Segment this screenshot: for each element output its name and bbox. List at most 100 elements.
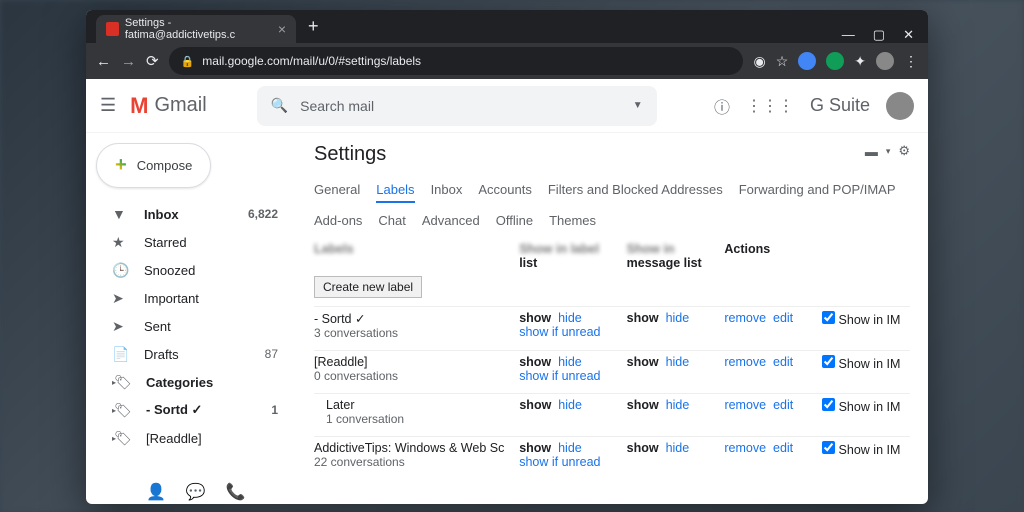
show-if-unread-link[interactable]: show if unread — [519, 369, 600, 383]
show-in-im-checkbox[interactable] — [822, 398, 835, 411]
maximize-icon[interactable]: ▢ — [873, 27, 885, 43]
show-msg-link[interactable]: show — [627, 311, 659, 325]
hide-link[interactable]: hide — [558, 311, 582, 325]
col-actions: Actions — [724, 242, 822, 270]
remove-link[interactable]: remove — [724, 398, 766, 412]
compose-button[interactable]: + Compose — [96, 143, 211, 188]
sidebar-item-snoozed[interactable]: 🕒Snoozed — [92, 256, 290, 284]
show-in-im-label: Show in IM — [839, 313, 901, 327]
avatar[interactable] — [886, 92, 914, 120]
gear-icon[interactable]: ⚙ — [898, 143, 910, 159]
show-if-unread-link[interactable]: show if unread — [519, 325, 600, 339]
search-icon: 🔍 — [271, 97, 288, 114]
tag-icon: 🏷 — [114, 374, 134, 391]
tab-forwardingandpopimap[interactable]: Forwarding and POP/IMAP — [739, 178, 896, 203]
sidebar-item-drafts[interactable]: 📄Drafts87 — [92, 340, 290, 368]
reload-button[interactable]: ⟳ — [146, 52, 159, 70]
tag-icon: 🏷 — [114, 430, 134, 447]
close-window-icon[interactable]: ✕ — [903, 27, 914, 43]
density-icon[interactable]: ▬ — [865, 144, 878, 159]
clock-icon: 🕒 — [112, 262, 132, 279]
hamburger-icon[interactable]: ☰ — [100, 95, 116, 116]
show-link[interactable]: show — [519, 311, 551, 325]
help-icon[interactable]: ⓘ — [714, 94, 730, 118]
extension-2-icon[interactable] — [826, 52, 844, 70]
edit-link[interactable]: edit — [773, 398, 793, 412]
tab-labels[interactable]: Labels — [376, 178, 414, 203]
edit-link[interactable]: edit — [773, 311, 793, 325]
col-msg-list: Show inmessage list — [627, 242, 725, 270]
sidebar-item-important[interactable]: ➤Important — [92, 284, 290, 312]
remove-link[interactable]: remove — [724, 355, 766, 369]
extension-1-icon[interactable] — [798, 52, 816, 70]
sidebar-item-readdle[interactable]: ▸🏷[Readdle] — [92, 424, 290, 452]
hide-link[interactable]: hide — [558, 398, 582, 412]
minimize-icon[interactable]: — — [842, 27, 855, 43]
show-in-im-checkbox[interactable] — [822, 355, 835, 368]
profile-icon[interactable] — [876, 52, 894, 70]
sidebar-item-categories[interactable]: ▸🏷Categories — [92, 368, 290, 396]
label-name: - Sortd ✓ — [314, 312, 365, 326]
settings-main: Settings ▬ ▾ ⚙ GeneralLabelsInboxAccount… — [296, 133, 928, 504]
show-msg-link[interactable]: show — [627, 441, 659, 455]
tab-chat[interactable]: Chat — [378, 209, 405, 232]
extensions-icon[interactable]: ✦ — [854, 53, 866, 70]
phone-icon[interactable]: 📞 — [226, 482, 246, 502]
remove-link[interactable]: remove — [724, 441, 766, 455]
eye-icon[interactable]: ◉ — [753, 53, 765, 70]
search-dropdown-icon[interactable]: ▼ — [633, 100, 643, 111]
sidebar-item-label: Sent — [144, 319, 278, 334]
tab-offline[interactable]: Offline — [496, 209, 533, 232]
caret-icon[interactable]: ▾ — [886, 146, 891, 157]
tag-icon: 🏷 — [114, 402, 134, 419]
forward-button[interactable]: → — [121, 53, 136, 70]
menu-icon[interactable]: ⋮ — [904, 53, 918, 70]
show-if-unread-link[interactable]: show if unread — [519, 455, 600, 469]
tab-accounts[interactable]: Accounts — [478, 178, 531, 203]
search-input[interactable]: 🔍 Search mail ▼ — [257, 86, 657, 126]
show-in-im-checkbox[interactable] — [822, 441, 835, 454]
hangouts-icon[interactable]: 💬 — [186, 482, 206, 502]
show-link[interactable]: show — [519, 441, 551, 455]
close-tab-icon[interactable]: × — [278, 21, 286, 37]
sidebar-item-label: Important — [144, 291, 278, 306]
tab-addons[interactable]: Add-ons — [314, 209, 362, 232]
apps-icon[interactable]: ⋮⋮⋮ — [746, 96, 794, 116]
hide-link[interactable]: hide — [558, 441, 582, 455]
create-label-button[interactable]: Create new label — [314, 276, 422, 298]
hide-msg-link[interactable]: hide — [666, 311, 690, 325]
show-link[interactable]: show — [519, 398, 551, 412]
url-field[interactable]: 🔒 mail.google.com/mail/u/0/#settings/lab… — [169, 47, 744, 75]
contacts-icon[interactable]: 👤 — [146, 482, 166, 502]
tab-filtersandblockedaddresses[interactable]: Filters and Blocked Addresses — [548, 178, 723, 203]
sidebar-item-sent[interactable]: ➤Sent — [92, 312, 290, 340]
edit-link[interactable]: edit — [773, 441, 793, 455]
sidebar-item-label: - Sortd ✓ — [146, 402, 271, 418]
sidebar-item-label: [Readdle] — [146, 431, 278, 446]
tab-themes[interactable]: Themes — [549, 209, 596, 232]
edit-link[interactable]: edit — [773, 355, 793, 369]
show-in-im-label: Show in IM — [839, 357, 901, 371]
back-button[interactable]: ← — [96, 53, 111, 70]
tab-advanced[interactable]: Advanced — [422, 209, 480, 232]
show-msg-link[interactable]: show — [627, 355, 659, 369]
tab-general[interactable]: General — [314, 178, 360, 203]
browser-tab[interactable]: Settings - fatima@addictivetips.c × — [96, 15, 296, 43]
hide-msg-link[interactable]: hide — [666, 398, 690, 412]
show-msg-link[interactable]: show — [627, 398, 659, 412]
sidebar-item-sortd[interactable]: ▸🏷- Sortd ✓1 — [92, 396, 290, 424]
compose-label: Compose — [137, 158, 193, 173]
sidebar-item-inbox[interactable]: ▼Inbox6,822 — [92, 200, 290, 228]
show-link[interactable]: show — [519, 355, 551, 369]
label-name: [Readdle] — [314, 355, 368, 369]
sidebar-item-starred[interactable]: ★Starred — [92, 228, 290, 256]
show-in-im-checkbox[interactable] — [822, 311, 835, 324]
label-name: Later — [326, 398, 355, 412]
hide-msg-link[interactable]: hide — [666, 441, 690, 455]
hide-msg-link[interactable]: hide — [666, 355, 690, 369]
hide-link[interactable]: hide — [558, 355, 582, 369]
star-icon[interactable]: ☆ — [776, 53, 789, 70]
tab-inbox[interactable]: Inbox — [431, 178, 463, 203]
remove-link[interactable]: remove — [724, 311, 766, 325]
new-tab-button[interactable]: + — [296, 16, 331, 37]
